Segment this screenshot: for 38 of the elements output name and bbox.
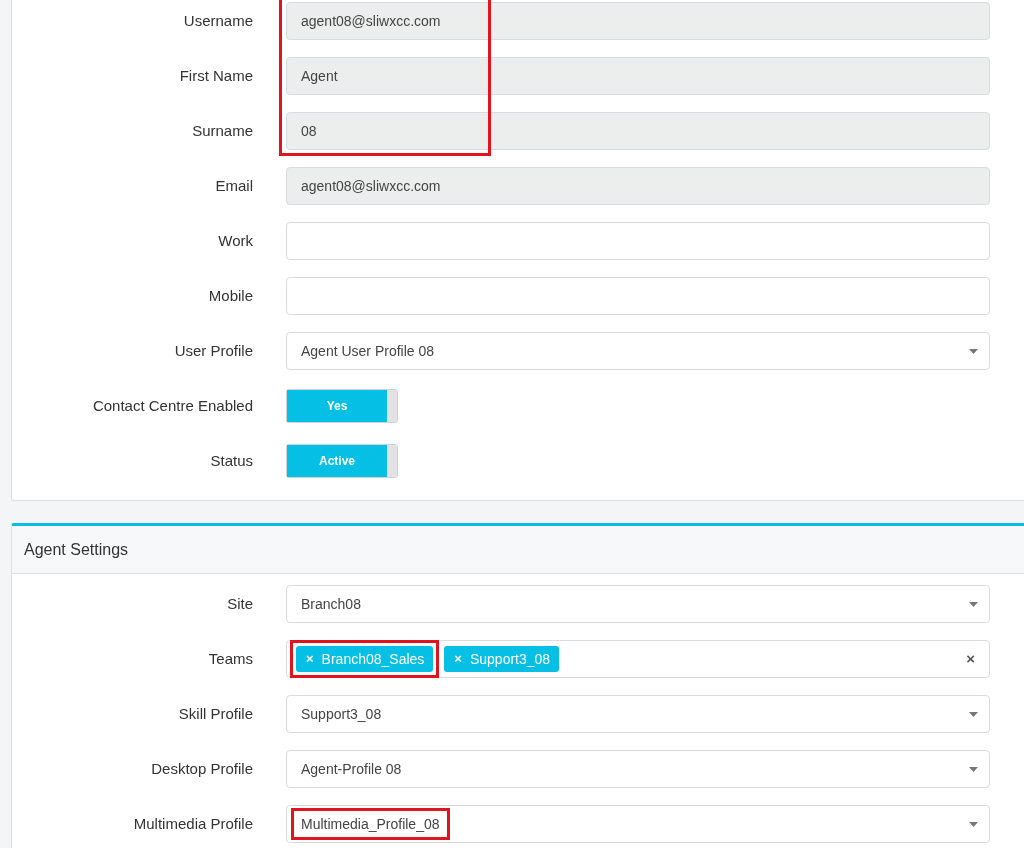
- caret-icon: [969, 348, 978, 354]
- text-field[interactable]: [286, 276, 990, 315]
- field-label: Email: [214, 177, 253, 194]
- text-field[interactable]: [286, 221, 990, 260]
- multi-select-field[interactable]: × Branch08_Sales × Support3_08 ×: [286, 639, 990, 678]
- dropdown-field[interactable]: Multimedia_Profile_08: [286, 804, 990, 843]
- field-label: Surname: [191, 122, 253, 139]
- field-value: Agent: [301, 67, 338, 84]
- caret-icon: [969, 601, 978, 607]
- field-value: Agent User Profile 08: [301, 342, 435, 359]
- field-value: Agent-Profile 08: [301, 760, 402, 777]
- field-label: Mobile: [207, 287, 253, 304]
- field-label: Status: [209, 452, 253, 469]
- caret-icon: [969, 766, 978, 772]
- field-value: Support3_08: [301, 705, 382, 722]
- field-value: 08: [301, 122, 317, 139]
- field-label: Contact Centre Enabled: [91, 397, 253, 414]
- field-label: Work: [217, 232, 253, 249]
- caret-icon: [969, 821, 978, 827]
- field-label: Teams: [207, 650, 253, 667]
- dropdown-field[interactable]: Agent-Profile 08: [286, 749, 990, 788]
- field-value: Multimedia_Profile_08: [301, 815, 440, 832]
- field-value: Branch08: [301, 595, 361, 612]
- caret-icon: [969, 711, 978, 717]
- field-label: Desktop Profile: [150, 760, 253, 777]
- field-label: Multimedia Profile: [132, 815, 253, 832]
- field-label: User Profile: [173, 342, 253, 359]
- field-label: Username: [182, 12, 253, 29]
- section-title: Agent Settings: [24, 540, 129, 559]
- field-value: agent08@sliwxcc.com: [301, 177, 441, 194]
- field-label: Site: [226, 595, 253, 612]
- dropdown-field[interactable]: Branch08: [286, 584, 990, 623]
- dropdown-field[interactable]: Agent User Profile 08: [286, 331, 990, 370]
- field-label: First Name: [178, 67, 253, 84]
- field-value: agent08@sliwxcc.com: [301, 12, 441, 29]
- clear-button[interactable]: ×: [966, 649, 975, 667]
- field-label: Skill Profile: [177, 705, 253, 722]
- dropdown-field[interactable]: Support3_08: [286, 694, 990, 733]
